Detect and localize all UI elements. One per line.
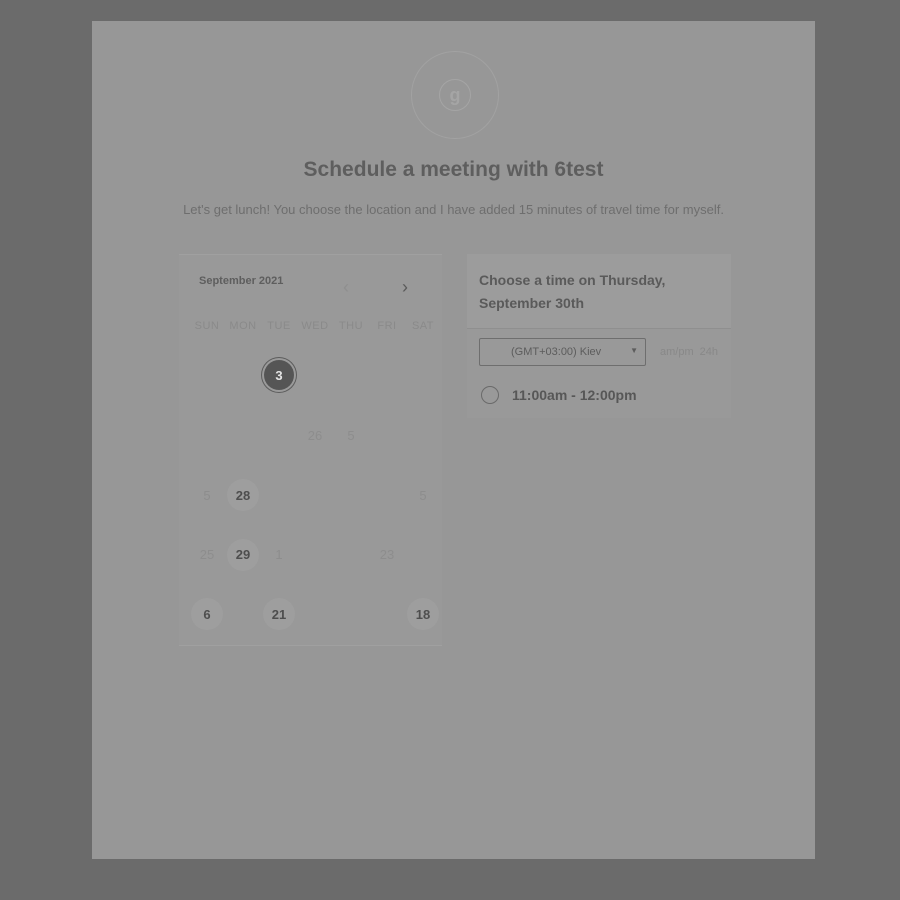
- weekday-label: THU: [338, 320, 364, 332]
- weekday-label: MON: [229, 320, 257, 332]
- prev-month-button[interactable]: ‹: [336, 277, 356, 297]
- calendar-day: [335, 360, 367, 392]
- calendar-day: 1: [275, 547, 283, 562]
- time-picker-header: Choose a time on Thursday, September 30t…: [467, 254, 731, 329]
- time-slot-label: 11:00am - 12:00pm: [512, 387, 637, 403]
- time-format-toggle: am/pm 24h: [660, 346, 718, 358]
- calendar-day: 26: [307, 428, 323, 443]
- weekday-label: WED: [301, 320, 329, 332]
- calendar-day: 5: [203, 487, 211, 503]
- weekday-label: FRI: [377, 320, 397, 332]
- calendar-day: [263, 420, 295, 452]
- calendar-day: 5: [347, 428, 355, 443]
- format-24h-option[interactable]: 24h: [700, 346, 718, 358]
- selected-day[interactable]: 3: [264, 360, 294, 390]
- time-slot[interactable]: 11:00am - 12:00pm: [481, 386, 637, 404]
- calendar-day: [407, 539, 439, 571]
- profile-logo: g: [411, 51, 499, 139]
- available-day[interactable]: 29: [227, 538, 259, 571]
- next-month-button[interactable]: ›: [395, 277, 415, 297]
- calendar-day: 23: [379, 547, 395, 562]
- calendar-day: [299, 479, 331, 511]
- selected-date-heading: Choose a time on Thursday, September 30t…: [479, 272, 666, 311]
- calendar-day: [335, 479, 367, 511]
- calendar-day: [191, 360, 223, 392]
- calendar-day: [407, 360, 439, 392]
- timezone-select[interactable]: (GMT+03:00) Kiev ▼: [479, 338, 646, 366]
- date-picker: September 2021 ‹ › SUN MON TUE WED THU FRI SAT…: [179, 254, 442, 646]
- calendar-day: [335, 598, 367, 630]
- weekday-label: SUN: [194, 320, 220, 332]
- timezone-value: (GMT+03:00) Kiev: [511, 346, 602, 358]
- calendar-day: [371, 598, 403, 630]
- meeting-description: Let's get lunch! You choose the location…: [183, 202, 724, 217]
- day-grid: 3 26 5 5 28 5 25 29 1 23 6 21 18: [189, 360, 441, 658]
- calendar-day: [227, 360, 259, 392]
- format-ampm-option[interactable]: am/pm: [660, 346, 694, 358]
- calendar-day: [371, 420, 403, 452]
- calendar-day: [227, 598, 259, 630]
- month-label: September 2021: [199, 275, 284, 287]
- calendar-day: [299, 598, 331, 630]
- weekday-label: SAT: [411, 320, 435, 332]
- chevron-right-icon: ›: [402, 277, 408, 297]
- calendar-day: [371, 360, 403, 392]
- calendar-day: [299, 539, 331, 571]
- chevron-left-icon: ‹: [343, 277, 349, 297]
- calendar-day: [335, 539, 367, 571]
- available-day[interactable]: 6: [191, 598, 223, 630]
- weekday-label: TUE: [267, 320, 291, 332]
- calendar-day: [407, 420, 439, 452]
- logo-icon: g: [439, 79, 471, 111]
- booking-page: g Schedule a meeting with 6test Let's ge…: [92, 21, 815, 859]
- weekday-header: SUN MON TUE WED THU FRI SAT: [189, 320, 441, 332]
- available-day[interactable]: 21: [263, 598, 295, 630]
- calendar-day: [191, 420, 223, 452]
- calendar-day: [371, 479, 403, 511]
- available-day[interactable]: 18: [407, 598, 439, 630]
- caret-down-icon: ▼: [630, 346, 638, 355]
- calendar-day: 5: [419, 487, 427, 503]
- calendar-day: [263, 479, 295, 511]
- page-title: Schedule a meeting with 6test: [303, 158, 604, 181]
- calendar-day: [299, 360, 331, 392]
- radio-button[interactable]: [481, 386, 499, 404]
- available-day[interactable]: 28: [227, 479, 259, 511]
- calendar-day: [227, 420, 259, 452]
- calendar-day: 25: [199, 547, 215, 562]
- time-picker: Choose a time on Thursday, September 30t…: [467, 254, 731, 418]
